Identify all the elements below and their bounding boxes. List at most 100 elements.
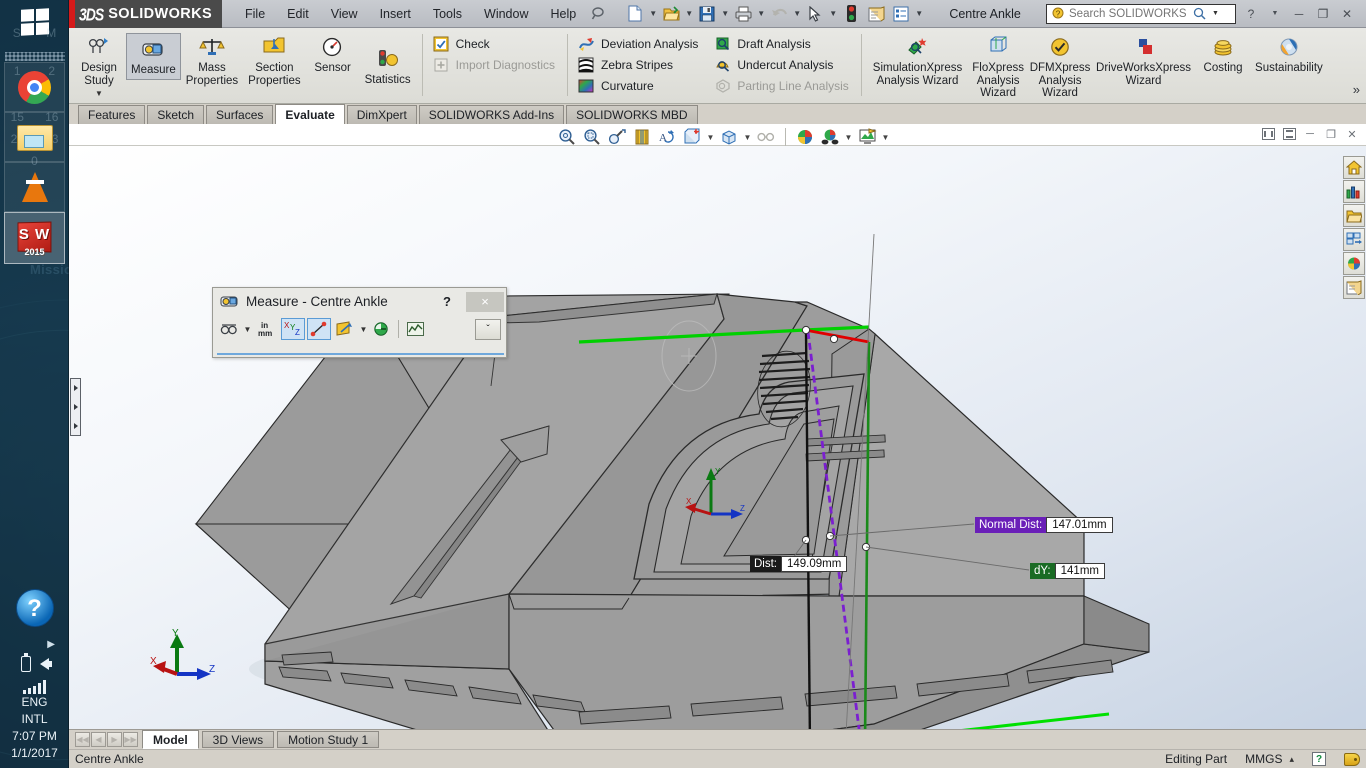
menu-window[interactable]: Window	[473, 3, 539, 25]
tray-language[interactable]: ENG	[0, 694, 69, 711]
menu-help[interactable]: Help	[540, 3, 588, 25]
ribbon-zebra-stripes[interactable]: Zebra Stripes	[574, 54, 679, 75]
projected-on-icon[interactable]	[333, 318, 356, 340]
help-icon[interactable]: ?	[16, 589, 54, 627]
ribbon-section-properties[interactable]: Section Properties	[243, 31, 305, 90]
zoom-to-area-icon[interactable]	[581, 126, 603, 148]
view-settings-icon[interactable]	[819, 126, 841, 148]
tab-evaluate[interactable]: Evaluate	[275, 104, 344, 124]
apply-scene-icon[interactable]	[794, 126, 816, 148]
normal-dist-callout[interactable]: Normal Dist: 147.01mm	[975, 517, 1113, 533]
ribbon-undercut-analysis[interactable]: Undercut Analysis	[710, 54, 839, 75]
hide-show-items-caret-icon[interactable]: ▼	[743, 126, 752, 148]
window-close-icon[interactable]: ✕	[1336, 3, 1358, 25]
tab-sketch[interactable]: Sketch	[147, 105, 204, 124]
document-minimize-icon[interactable]: ─	[1302, 126, 1318, 142]
open-document-caret-icon[interactable]: ▼	[684, 2, 694, 26]
undo-caret-icon[interactable]: ▼	[792, 2, 802, 26]
display-style-icon[interactable]	[681, 126, 703, 148]
tab-3d-views[interactable]: 3D Views	[202, 731, 274, 748]
status-units[interactable]: MMGS	[1245, 752, 1282, 766]
tray-clock-time[interactable]: 7:07 PM	[0, 728, 69, 745]
ribbon-overflow-button[interactable]: »	[1353, 28, 1366, 103]
ribbon-sustainability[interactable]: Sustainability	[1250, 31, 1328, 78]
pin-icon[interactable]	[587, 3, 609, 25]
tray-clock-date[interactable]: 1/1/2017	[0, 745, 69, 768]
ribbon-check[interactable]: Check	[429, 33, 496, 54]
status-help-badge[interactable]: ?	[1312, 752, 1326, 766]
battery-icon[interactable]	[21, 656, 31, 672]
view-settings-caret-icon[interactable]: ▼	[844, 126, 853, 148]
hide-show-items-icon[interactable]	[718, 126, 740, 148]
nav-first-button[interactable]: ◀◀	[75, 732, 90, 747]
file-properties-icon[interactable]	[864, 2, 888, 26]
start-button[interactable]	[0, 0, 69, 44]
feature-manager-flyout-handle[interactable]	[70, 378, 81, 436]
ribbon-statistics[interactable]: Statistics	[360, 43, 416, 90]
tab-solidworks-add-ins[interactable]: SOLIDWORKS Add-Ins	[419, 105, 564, 124]
ribbon-costing[interactable]: Costing	[1196, 31, 1250, 78]
dy-callout[interactable]: dY: 141mm	[1030, 563, 1105, 579]
arc-condition-caret-icon[interactable]: ▼	[242, 318, 253, 340]
viewport-split-vertical-icon[interactable]	[1281, 126, 1297, 142]
menu-tools[interactable]: Tools	[422, 3, 473, 25]
document-close-icon[interactable]: ✕	[1344, 126, 1360, 142]
status-tag-icon[interactable]	[1344, 753, 1360, 766]
screen-capture-icon[interactable]	[856, 126, 878, 148]
ribbon-dfmxpress-analysis-wizard[interactable]: DFMXpress Analysis Wizard	[1029, 31, 1091, 103]
menu-file[interactable]: File	[234, 3, 276, 25]
rebuild-icon[interactable]	[839, 2, 863, 26]
open-document-icon[interactable]	[659, 2, 683, 26]
custom-properties-icon[interactable]	[1343, 276, 1365, 299]
tab-motion-study-1[interactable]: Motion Study 1	[277, 731, 379, 748]
new-document-caret-icon[interactable]: ▼	[648, 2, 658, 26]
search-help-box[interactable]: ? ▼	[1046, 4, 1236, 24]
new-document-icon[interactable]	[623, 2, 647, 26]
status-units-caret-icon[interactable]: ▴	[1289, 754, 1294, 765]
tab-solidworks-mbd[interactable]: SOLIDWORKS MBD	[566, 105, 697, 124]
search-caret-icon[interactable]: ▼	[1212, 10, 1219, 17]
viewport-split-horizontal-icon[interactable]	[1260, 126, 1276, 142]
window-help-icon[interactable]: ?	[1240, 3, 1262, 25]
tab-model[interactable]: Model	[142, 730, 199, 749]
graphics-area[interactable]: Y Z X	[69, 124, 1366, 729]
taskbar-item-chrome[interactable]	[4, 62, 65, 112]
nav-next-button[interactable]: ▶	[107, 732, 122, 747]
options-icon[interactable]	[889, 2, 913, 26]
measurement-history-icon[interactable]	[371, 318, 393, 340]
screen-capture-caret-icon[interactable]: ▼	[881, 126, 890, 148]
save-icon[interactable]	[695, 2, 719, 26]
appearances-scenes-icon[interactable]	[1343, 252, 1365, 275]
design-library-icon[interactable]	[1343, 180, 1365, 203]
ribbon-deviation-analysis[interactable]: Deviation Analysis	[574, 33, 704, 54]
nav-prev-button[interactable]: ◀	[91, 732, 106, 747]
tab-dimxpert[interactable]: DimXpert	[347, 105, 417, 124]
taskbar-item-vlc[interactable]	[4, 162, 65, 212]
measure-dialog-expand-button[interactable]: ˇ	[475, 319, 501, 340]
ribbon-floxpress-analysis-wizard[interactable]: FloXpress Analysis Wizard	[967, 31, 1029, 103]
network-signal-icon[interactable]	[0, 680, 69, 694]
ribbon-sensor[interactable]: Sensor	[306, 31, 360, 78]
taskbar-item-file-explorer[interactable]	[4, 112, 65, 162]
ribbon-parting-line-analysis[interactable]: Parting Line Analysis	[710, 75, 854, 96]
window-restore-icon[interactable]: ❐	[1312, 3, 1334, 25]
taskbar-item-solidworks[interactable]: S W 2015	[4, 212, 65, 264]
show-xyz-graph-icon[interactable]	[404, 318, 427, 340]
file-explorer-icon[interactable]	[1343, 204, 1365, 227]
undo-icon[interactable]	[767, 2, 791, 26]
ribbon-measure[interactable]: Measure	[126, 33, 181, 80]
tab-surfaces[interactable]: Surfaces	[206, 105, 273, 124]
window-help-caret-icon[interactable]: ▼	[1264, 3, 1286, 25]
options-caret-icon[interactable]: ▼	[914, 2, 924, 26]
arc-condition-icon[interactable]	[218, 318, 240, 340]
point-to-point-icon[interactable]	[307, 318, 331, 340]
design-study-caret-icon[interactable]: ▼	[95, 88, 103, 101]
measure-dialog[interactable]: Measure - Centre Ankle ? × ▼ inmm XYZ	[212, 287, 507, 358]
ribbon-mass-properties[interactable]: Mass Properties	[181, 31, 243, 90]
select-icon[interactable]	[803, 2, 827, 26]
document-restore-icon[interactable]: ❐	[1323, 126, 1339, 142]
dist-callout[interactable]: Dist: 149.09mm	[750, 556, 847, 572]
previous-view-icon[interactable]	[606, 126, 628, 148]
menu-view[interactable]: View	[320, 3, 369, 25]
ribbon-import-diagnostics[interactable]: Import Diagnostics	[429, 54, 561, 75]
